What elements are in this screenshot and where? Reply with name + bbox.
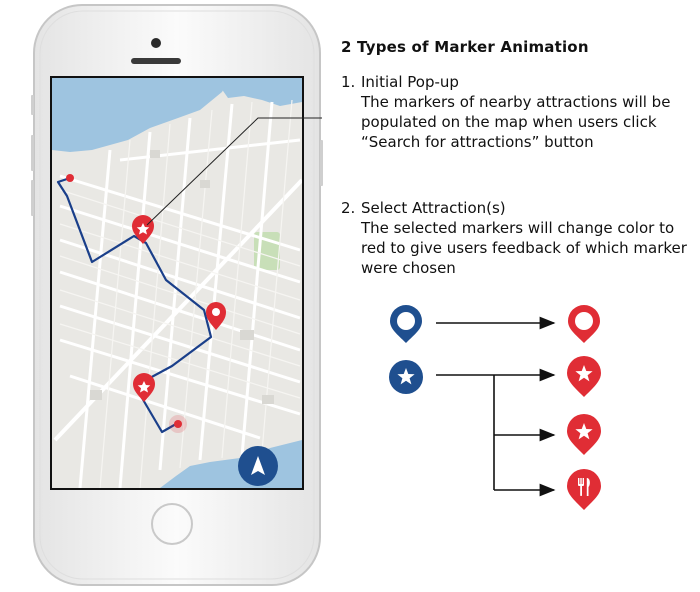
front-camera xyxy=(151,38,161,48)
earpiece-speaker xyxy=(131,58,181,64)
step-heading: Select Attraction(s) xyxy=(361,199,506,217)
red-star-marker-1 xyxy=(567,356,601,397)
step-number: 1. xyxy=(341,73,356,91)
step-description: The markers of nearby attractions will b… xyxy=(361,93,671,151)
red-restaurant-marker xyxy=(567,469,601,510)
blue-ring-marker xyxy=(390,305,422,343)
route-start-dot xyxy=(66,174,74,182)
map-view[interactable] xyxy=(52,78,302,488)
phone-mockup xyxy=(31,4,323,586)
step-heading: Initial Pop-up xyxy=(361,73,459,91)
blue-star-marker xyxy=(389,360,423,394)
red-ring-marker xyxy=(568,305,600,343)
step-initial-popup: 1. Initial Pop-up The markers of nearby a… xyxy=(341,72,691,152)
red-star-marker-2 xyxy=(567,414,601,455)
navigate-button[interactable] xyxy=(238,446,278,486)
route-end-dot xyxy=(174,420,182,428)
step-description: The selected markers will change color t… xyxy=(361,219,687,277)
step-number: 2. xyxy=(341,199,356,217)
step-select-attraction: 2. Select Attraction(s) The selected mark… xyxy=(341,198,691,278)
marker-flow-diagram xyxy=(389,305,601,510)
diagram-title: 2 Types of Marker Animation xyxy=(341,38,589,56)
